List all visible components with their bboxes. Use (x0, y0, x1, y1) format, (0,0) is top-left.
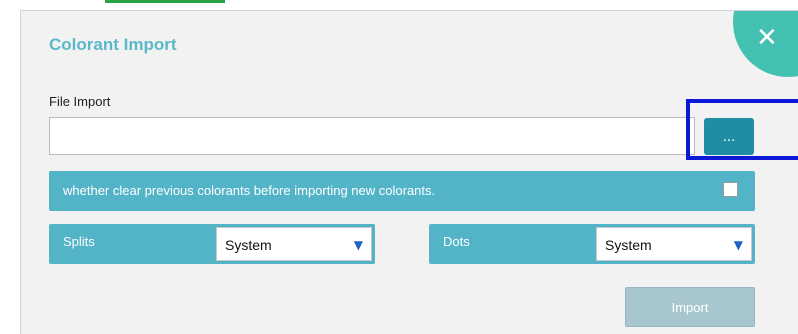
dialog-title: Colorant Import (49, 35, 177, 54)
browse-button[interactable]: ... (704, 118, 754, 155)
file-import-label: File Import (49, 94, 111, 109)
clear-previous-checkbox[interactable] (723, 182, 738, 197)
splits-selected-value: System (225, 237, 272, 253)
splits-select[interactable]: System ▼ (216, 227, 372, 261)
dots-label: Dots (443, 234, 470, 249)
close-icon[interactable]: ✕ (756, 25, 778, 51)
dots-selected-value: System (605, 237, 652, 253)
import-button[interactable]: Import (625, 287, 755, 327)
splits-row: Splits System ▼ (49, 224, 375, 264)
file-path-input[interactable] (49, 117, 695, 155)
chevron-down-icon: ▼ (353, 238, 363, 252)
clear-previous-option: whether clear previous colorants before … (49, 171, 755, 211)
chevron-down-icon: ▼ (733, 238, 743, 252)
background-green-bar (105, 0, 225, 3)
splits-label: Splits (63, 234, 95, 249)
clear-previous-label: whether clear previous colorants before … (63, 183, 436, 198)
dots-row: Dots System ▼ (429, 224, 755, 264)
dots-select[interactable]: System ▼ (596, 227, 752, 261)
colorant-import-dialog: Colorant Import ✕ File Import ... whethe… (20, 10, 798, 334)
